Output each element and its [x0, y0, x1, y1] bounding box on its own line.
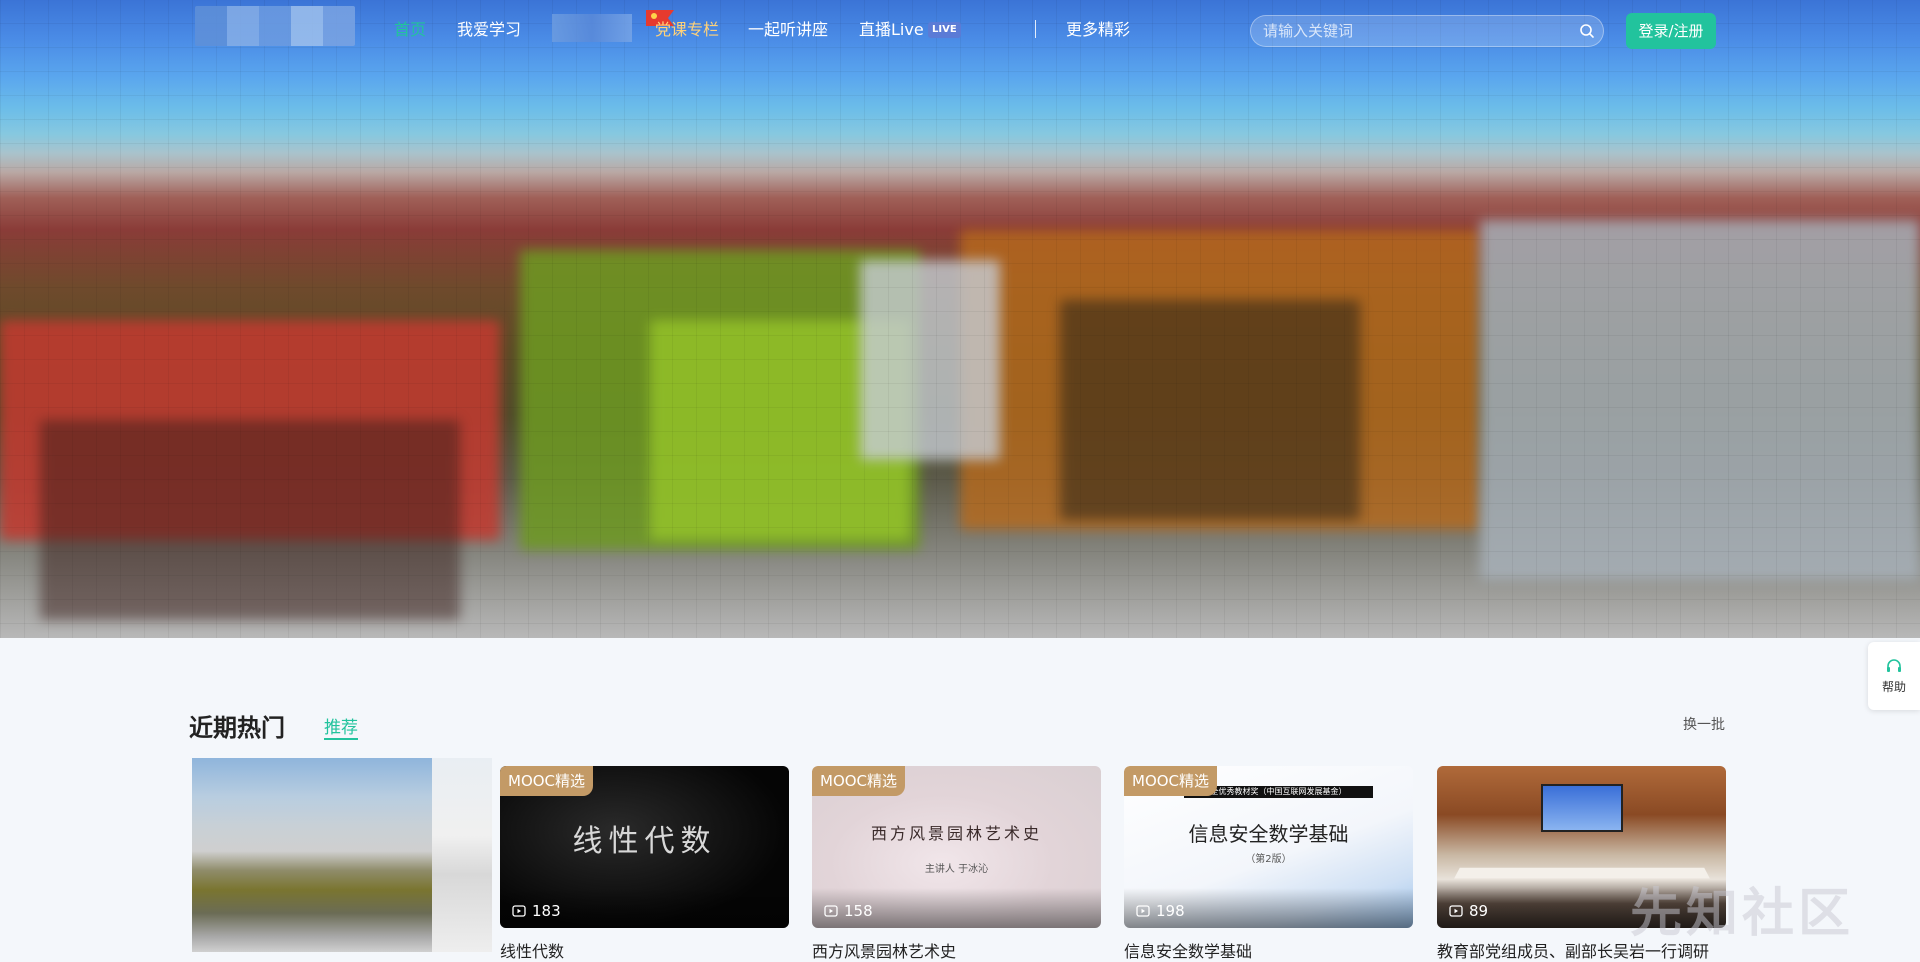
featured-course-card[interactable]: [192, 758, 492, 952]
mooc-badge: MOOC精选: [1124, 766, 1218, 796]
help-button[interactable]: 帮助: [1868, 642, 1920, 710]
meeting-screen: [1541, 784, 1623, 832]
nav-item-love-learning[interactable]: 我爱学习: [457, 19, 521, 41]
play-count-value: 89: [1469, 902, 1489, 920]
mooc-badge: MOOC精选: [812, 766, 906, 796]
course-name[interactable]: 西方风景园林艺术史: [812, 938, 1101, 962]
tab-recommend[interactable]: 推荐: [324, 713, 358, 738]
course-card[interactable]: 线性代数 MOOC精选 183 线性代数: [500, 766, 789, 962]
course-thumbnail: 全优秀教材奖（中国互联网发展基金） 信息安全数学基础 （第2版） MOOC精选 …: [1124, 766, 1413, 928]
course-thumbnail: 线性代数 MOOC精选 183: [500, 766, 789, 928]
nav-item-party-course[interactable]: 党课专栏: [655, 19, 719, 41]
watermark: 先知社区: [1630, 884, 1855, 944]
play-icon: [824, 905, 838, 917]
hero-blob: [860, 260, 1000, 460]
hero-blob: [40, 420, 460, 620]
tab-underline: [324, 738, 358, 740]
play-count-value: 158: [844, 902, 873, 920]
play-icon: [1449, 905, 1463, 917]
mooc-badge: MOOC精选: [500, 766, 594, 796]
thumbnail-title: 线性代数: [572, 825, 717, 858]
course-name[interactable]: 线性代数: [500, 938, 789, 962]
section-title: 近期热门: [189, 714, 285, 742]
nav-item-live[interactable]: 直播Live: [859, 19, 924, 41]
refresh-batch-link[interactable]: 换一批: [1683, 714, 1725, 734]
course-thumbnail: 西方风景园林艺术史 主讲人 于冰沁 MOOC精选 158: [812, 766, 1101, 928]
nav-item-blurred[interactable]: [552, 14, 632, 42]
search-input[interactable]: [1251, 16, 1571, 46]
login-register-button[interactable]: 登录/注册: [1626, 13, 1716, 49]
play-icon: [1136, 905, 1150, 917]
course-card[interactable]: 全优秀教材奖（中国互联网发展基金） 信息安全数学基础 （第2版） MOOC精选 …: [1124, 766, 1413, 962]
nav-item-more[interactable]: 更多精彩: [1066, 19, 1130, 41]
nav-item-lectures[interactable]: 一起听讲座: [748, 19, 828, 41]
help-label: 帮助: [1881, 679, 1906, 694]
featured-card-strip: [432, 758, 492, 952]
course-card[interactable]: 西方风景园林艺术史 主讲人 于冰沁 MOOC精选 158 西方风景园林艺术史: [812, 766, 1101, 962]
nav-item-home[interactable]: 首页: [394, 19, 426, 41]
site-logo[interactable]: [195, 6, 355, 46]
play-icon: [512, 905, 526, 917]
headset-icon: [1887, 658, 1901, 672]
search-icon[interactable]: [1571, 15, 1603, 47]
nav-divider: [1035, 20, 1036, 38]
thumbnail-title: 信息安全数学基础: [1188, 822, 1349, 846]
hero-blob: [1480, 220, 1920, 580]
course-name[interactable]: 信息安全数学基础: [1124, 938, 1413, 962]
play-count: 183: [512, 902, 561, 920]
top-navigation: 首页 我爱学习 党课专栏 一起听讲座 直播Live LIVE 更多精彩 登录/注…: [0, 0, 1920, 62]
search-box: [1250, 15, 1604, 47]
play-count-value: 183: [532, 902, 561, 920]
thumbnail-subtitle: （第2版）: [1245, 854, 1292, 865]
hero-banner[interactable]: 首页 我爱学习 党课专栏 一起听讲座 直播Live LIVE 更多精彩 登录/注…: [0, 0, 1920, 638]
play-count: 158: [824, 902, 873, 920]
hero-blob: [1060, 300, 1360, 520]
play-count-value: 198: [1156, 902, 1185, 920]
play-count: 198: [1136, 902, 1185, 920]
thumbnail-title: 西方风景园林艺术史: [870, 826, 1042, 843]
thumbnail-subtitle: 主讲人 于冰沁: [924, 864, 989, 875]
live-badge: LIVE: [928, 22, 961, 38]
play-count: 89: [1449, 902, 1488, 920]
